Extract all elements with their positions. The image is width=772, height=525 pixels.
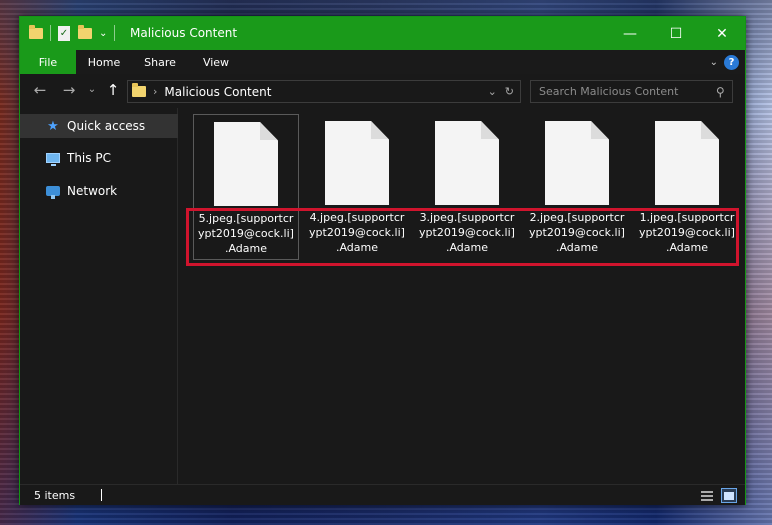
sidebar-item-this-pc[interactable]: This PC <box>20 146 178 170</box>
maximize-button[interactable]: ☐ <box>653 17 699 50</box>
window-title: Malicious Content <box>130 26 238 40</box>
document-icon <box>655 121 719 205</box>
item-count: 5 items <box>34 489 76 502</box>
forward-button[interactable]: → <box>60 81 78 99</box>
file-item[interactable]: 3.jpeg.[supportcr ypt2019@cock.li] .Adam… <box>414 114 520 260</box>
search-icon[interactable]: ⚲ <box>716 85 725 99</box>
computer-icon <box>46 153 60 166</box>
tab-view[interactable]: View <box>188 50 244 74</box>
status-divider <box>101 489 102 501</box>
minimize-button[interactable]: — <box>607 17 653 50</box>
status-bar: 5 items <box>20 484 745 505</box>
sidebar-item-network[interactable]: Network <box>20 179 178 203</box>
ribbon-tabs: File Home Share View <box>20 50 745 74</box>
address-bar[interactable]: › Malicious Content ⌄ ↻ <box>127 80 521 103</box>
customize-toolbar-icon[interactable]: ⌄ <box>99 24 107 42</box>
folder-icon <box>132 83 146 97</box>
details-view-icon <box>701 490 713 501</box>
folder-icon <box>29 24 43 42</box>
sidebar-item-label: Quick access <box>67 119 146 133</box>
document-icon <box>435 121 499 205</box>
expand-ribbon-icon[interactable]: ⌄ <box>710 57 718 68</box>
document-icon <box>325 121 389 205</box>
address-path[interactable]: Malicious Content <box>164 85 487 99</box>
file-name: 1.jpeg.[supportcr ypt2019@cock.li] .Adam… <box>639 211 735 254</box>
file-explorer-window: ✓ ⌄ Malicious Content — ☐ ✕ File Home Sh… <box>19 16 746 505</box>
file-name: 4.jpeg.[supportcr ypt2019@cock.li] .Adam… <box>309 211 405 254</box>
file-name: 2.jpeg.[supportcr ypt2019@cock.li] .Adam… <box>529 211 625 254</box>
sidebar-item-label: This PC <box>67 151 111 165</box>
file-item[interactable]: 1.jpeg.[supportcr ypt2019@cock.li] .Adam… <box>634 114 740 260</box>
file-name: 5.jpeg.[supportcr ypt2019@cock.li] .Adam… <box>198 212 294 255</box>
file-name: 3.jpeg.[supportcr ypt2019@cock.li] .Adam… <box>419 211 515 254</box>
large-icons-view-icon <box>724 491 734 500</box>
title-bar[interactable]: ✓ ⌄ Malicious Content — ☐ ✕ <box>20 17 745 50</box>
file-item[interactable]: 2.jpeg.[supportcr ypt2019@cock.li] .Adam… <box>524 114 630 260</box>
file-item[interactable]: 4.jpeg.[supportcr ypt2019@cock.li] .Adam… <box>304 114 410 260</box>
tab-home[interactable]: Home <box>76 50 132 74</box>
sidebar-item-label: Network <box>67 184 118 198</box>
help-icon[interactable]: ? <box>724 54 739 70</box>
navigation-bar: ← → ⌄ ↑ › Malicious Content ⌄ ↻ ⚲ <box>20 74 745 108</box>
search-box[interactable]: ⚲ <box>530 80 733 103</box>
search-input[interactable] <box>539 85 717 98</box>
properties-icon[interactable]: ✓ <box>58 24 70 42</box>
file-item[interactable]: 5.jpeg.[supportcr ypt2019@cock.li] .Adam… <box>193 114 299 260</box>
sidebar-item-quick-access[interactable]: ★ Quick access <box>20 114 178 138</box>
new-folder-icon[interactable] <box>78 24 92 42</box>
up-button[interactable]: ↑ <box>104 81 122 99</box>
document-icon <box>545 121 609 205</box>
breadcrumb-chevron-icon: › <box>153 85 158 98</box>
document-icon <box>214 122 278 206</box>
tab-file[interactable]: File <box>20 50 76 74</box>
network-icon <box>46 186 60 199</box>
file-list: 5.jpeg.[supportcr ypt2019@cock.li] .Adam… <box>179 108 745 484</box>
address-dropdown-icon[interactable]: ⌄ <box>488 85 497 98</box>
tab-share[interactable]: Share <box>132 50 188 74</box>
close-button[interactable]: ✕ <box>699 17 745 50</box>
navigation-pane: ★ Quick access This PC Network <box>20 108 178 484</box>
ribbon-right-controls: ⌄ ? <box>710 50 745 74</box>
recent-locations-button[interactable]: ⌄ <box>83 84 101 95</box>
large-icons-view-button[interactable] <box>721 488 737 503</box>
details-view-button[interactable] <box>699 488 715 503</box>
star-icon: ★ <box>47 118 59 134</box>
back-button[interactable]: ← <box>31 81 49 99</box>
refresh-icon[interactable]: ↻ <box>505 85 514 98</box>
